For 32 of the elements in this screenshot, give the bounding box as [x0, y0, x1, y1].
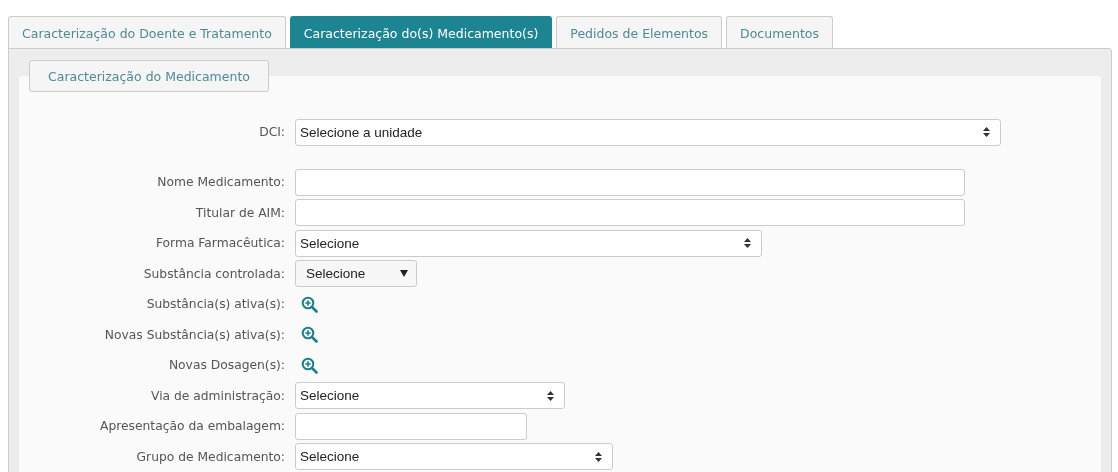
select-field[interactable]: Selecione [295, 382, 565, 410]
sort-arrows-icon [595, 451, 602, 462]
field-label: Novas Substância(s) ativa(s): [103, 327, 286, 342]
select-field[interactable]: Selecione [295, 229, 762, 257]
subtab[interactable]: Caracterização do Medicamento [29, 60, 269, 92]
field-label: Apresentação da embalagem: [99, 419, 286, 434]
sort-arrows-icon [744, 238, 751, 249]
field-label: Nome Medicamento: [156, 175, 286, 190]
select-field[interactable]: Selecione [295, 443, 613, 471]
field-label: DCI: [258, 125, 286, 140]
sort-arrows-icon [983, 127, 990, 138]
input-field[interactable] [295, 199, 965, 227]
tab[interactable]: Caracterização do(s) Medicamento(s) [289, 16, 553, 49]
dropdown-field[interactable]: Selecione [295, 260, 417, 288]
field-label: Substância controlada: [142, 266, 286, 281]
field-label: Grupo de Medicamento: [135, 449, 286, 464]
tab[interactable]: Caracterização do Doente e Tratamento [8, 16, 286, 49]
zoom-in-icon[interactable] [301, 295, 318, 313]
input-field[interactable] [295, 412, 527, 440]
field-label: Novas Dosagen(s): [167, 358, 286, 373]
tab[interactable]: Documentos [726, 16, 833, 49]
field-label: Titular de AIM: [194, 205, 286, 220]
zoom-in-icon[interactable] [301, 356, 318, 374]
field-label: Substância(s) ativa(s): [145, 297, 286, 312]
zoom-in-icon[interactable] [301, 326, 318, 344]
input-field[interactable] [295, 168, 965, 196]
caret-icon [400, 270, 408, 278]
field-label: Forma Farmacêutica: [154, 236, 286, 251]
tab[interactable]: Pedidos de Elementos [556, 16, 723, 49]
sort-arrows-icon [547, 390, 554, 401]
field-label: Via de administração: [150, 388, 286, 403]
select-field[interactable]: Selecione a unidade [295, 118, 1001, 146]
